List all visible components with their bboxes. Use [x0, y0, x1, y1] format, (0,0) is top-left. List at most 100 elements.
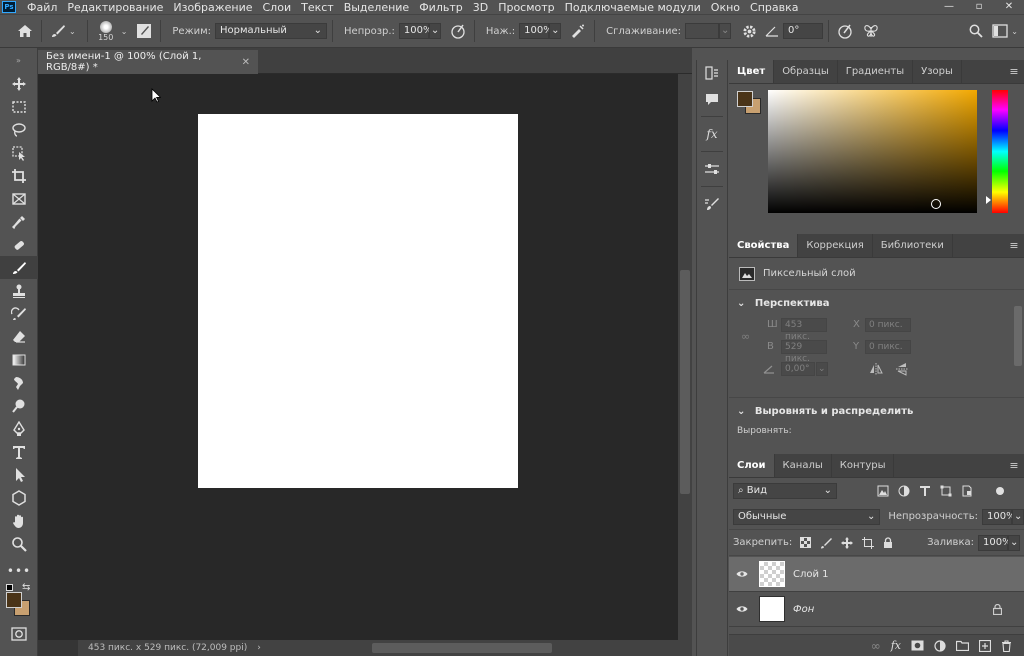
pressure-size-icon[interactable]	[834, 20, 856, 42]
mode-select[interactable]: Нормальный ⌄	[215, 23, 328, 39]
new-layer-icon[interactable]	[979, 639, 991, 652]
close-icon[interactable]: ✕	[994, 0, 1024, 14]
close-tab-icon[interactable]: ✕	[242, 57, 250, 68]
opacity-dropdown-icon[interactable]: ⌄	[428, 23, 441, 39]
brush-settings-icon[interactable]	[133, 20, 155, 42]
menu-image[interactable]: Изображение	[168, 1, 257, 14]
link-layers-icon[interactable]: ∞	[871, 639, 881, 653]
tab-channels[interactable]: Каналы	[775, 454, 832, 477]
visibility-eye-icon[interactable]	[729, 605, 755, 613]
more-tools-icon[interactable]: •••	[0, 559, 38, 582]
path-selection-tool-icon[interactable]	[0, 463, 38, 486]
opacity-input[interactable]: 100%	[398, 23, 433, 39]
move-tool-icon[interactable]	[0, 72, 38, 95]
airbrush-icon[interactable]	[567, 20, 589, 42]
eraser-tool-icon[interactable]	[0, 325, 38, 348]
default-colors-icon[interactable]	[6, 584, 13, 591]
filter-toggle-icon[interactable]	[996, 487, 1004, 495]
foreground-color-swatch[interactable]	[6, 592, 22, 608]
horizontal-scroll-thumb[interactable]	[372, 643, 552, 653]
marquee-tool-icon[interactable]	[0, 95, 38, 118]
minimize-icon[interactable]: —	[934, 0, 964, 14]
filter-adjustment-icon[interactable]	[898, 485, 910, 497]
layer-opacity-dropdown-icon[interactable]: ⌄	[1012, 508, 1024, 525]
fx-icon[interactable]: fx	[891, 639, 901, 652]
crop-tool-icon[interactable]	[0, 164, 38, 187]
frame-tool-icon[interactable]	[0, 187, 38, 210]
add-mask-icon[interactable]	[911, 640, 924, 651]
menu-view[interactable]: Просмотр	[493, 1, 559, 14]
filter-pixel-icon[interactable]	[877, 485, 889, 497]
menu-help[interactable]: Справка	[745, 1, 803, 14]
layer-opacity-input[interactable]: 100%	[982, 508, 1016, 525]
pressure-opacity-icon[interactable]	[447, 20, 469, 42]
brush-preset-picker[interactable]: 150	[93, 20, 119, 42]
brush-tool-icon[interactable]	[0, 256, 38, 279]
tab-patterns[interactable]: Узоры	[913, 60, 962, 83]
menu-3d[interactable]: 3D	[468, 1, 493, 14]
brush-tool-icon[interactable]	[47, 20, 69, 42]
tab-properties[interactable]: Свойства	[729, 234, 799, 257]
panel-menu-icon[interactable]: ≡	[1004, 454, 1024, 477]
panel-menu-icon[interactable]: ≡	[1004, 60, 1024, 83]
menu-window[interactable]: Окно	[706, 1, 745, 14]
object-selection-tool-icon[interactable]	[0, 141, 38, 164]
menu-filter[interactable]: Фильтр	[414, 1, 468, 14]
x-input[interactable]: 0 пикс.	[865, 318, 911, 332]
eyedropper-tool-icon[interactable]	[0, 210, 38, 233]
flow-dropdown-icon[interactable]: ⌄	[549, 23, 562, 39]
properties-scrollbar[interactable]	[1014, 306, 1022, 366]
link-dimensions-icon[interactable]: ∞	[741, 330, 750, 343]
clone-stamp-tool-icon[interactable]	[0, 279, 38, 302]
align-section-header[interactable]: ⌄ Выровнять и распределить	[737, 406, 913, 417]
zoom-tool-icon[interactable]	[0, 532, 38, 555]
chevron-down-icon[interactable]: ⌄	[1011, 27, 1018, 36]
flow-input[interactable]: 100%	[519, 23, 553, 39]
lock-all-icon[interactable]	[883, 536, 893, 549]
filter-type-icon[interactable]	[919, 485, 931, 497]
document-tab[interactable]: Без имени-1 @ 100% (Слой 1, RGB/8#) * ✕	[38, 50, 258, 74]
menu-type[interactable]: Текст	[296, 1, 339, 14]
vertical-scroll-thumb[interactable]	[680, 270, 690, 494]
quick-mask-icon[interactable]	[0, 622, 38, 645]
smoothing-input[interactable]	[684, 23, 719, 39]
brush-settings-panel-icon[interactable]	[697, 191, 727, 217]
layer-row[interactable]: Фон	[729, 592, 1024, 627]
gear-icon[interactable]	[739, 20, 761, 42]
hue-slider[interactable]	[992, 90, 1008, 213]
fill-input[interactable]: 100%	[978, 534, 1012, 551]
lock-artboard-icon[interactable]	[862, 536, 875, 549]
tab-paths[interactable]: Контуры	[832, 454, 895, 477]
tab-libraries[interactable]: Библиотеки	[873, 234, 953, 257]
adjustments-icon[interactable]	[697, 156, 727, 182]
history-icon[interactable]	[697, 60, 727, 86]
chevron-down-icon[interactable]: ⌄	[121, 27, 128, 36]
menu-plugins[interactable]: Подключаемые модули	[560, 1, 706, 14]
document-canvas[interactable]	[198, 114, 518, 488]
lock-transparent-icon[interactable]	[800, 537, 812, 548]
visibility-eye-icon[interactable]	[729, 570, 755, 578]
hue-slider-handle[interactable]	[986, 196, 991, 204]
home-icon[interactable]	[14, 20, 36, 42]
pen-tool-icon[interactable]	[0, 417, 38, 440]
collapse-toolbar-icon[interactable]: »	[0, 48, 37, 72]
symmetry-butterfly-icon[interactable]	[860, 20, 882, 42]
height-input[interactable]: 529 пикс.	[781, 340, 827, 364]
width-input[interactable]: 453 пикс.	[781, 318, 827, 342]
new-group-icon[interactable]	[956, 640, 969, 651]
shape-tool-icon[interactable]	[0, 486, 38, 509]
workspace-icon[interactable]	[989, 20, 1011, 42]
layer-filter-select[interactable]: ⌕ Вид ⌄	[733, 483, 837, 499]
tab-swatches[interactable]: Образцы	[774, 60, 838, 83]
panel-menu-icon[interactable]: ≡	[1004, 234, 1024, 257]
chevron-right-icon[interactable]: ›	[257, 643, 261, 653]
tab-layers[interactable]: Слои	[729, 454, 775, 477]
color-picker-cursor[interactable]	[931, 199, 941, 209]
zoom-field[interactable]	[38, 640, 78, 656]
menu-layers[interactable]: Слои	[258, 1, 297, 14]
filter-shape-icon[interactable]	[940, 485, 952, 497]
history-brush-tool-icon[interactable]	[0, 302, 38, 325]
gradient-tool-icon[interactable]	[0, 348, 38, 371]
type-tool-icon[interactable]	[0, 440, 38, 463]
adjustment-layer-icon[interactable]	[934, 639, 946, 652]
